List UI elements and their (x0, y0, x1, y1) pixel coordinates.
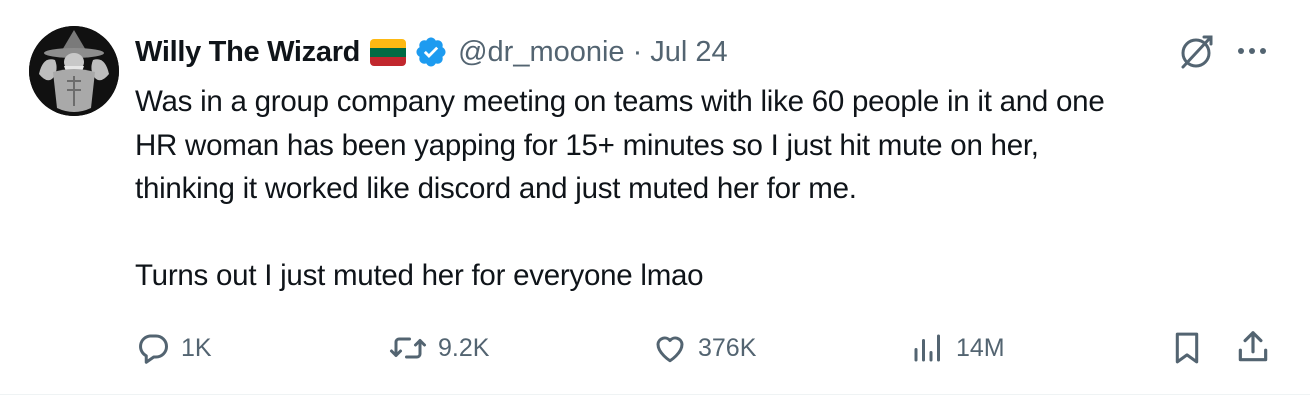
verified-badge-icon[interactable] (414, 35, 448, 69)
author-handle[interactable]: @dr_moonie (458, 36, 624, 69)
views-count: 14M (956, 333, 1005, 362)
retweet-icon (390, 337, 426, 359)
views-button[interactable]: 14M (910, 330, 1005, 366)
tweet-card[interactable]: Willy The Wizard @dr_moonie · Jul 24 Was… (0, 0, 1310, 395)
tweet-date[interactable]: Jul 24 (650, 36, 727, 69)
tweet-text-line: Was in a group company meeting on teams … (135, 85, 1105, 118)
bookmark-icon[interactable] (1170, 330, 1204, 366)
author-name[interactable]: Willy The Wizard (135, 36, 360, 69)
retweet-button[interactable]: 9.2K (388, 330, 489, 366)
share-icon[interactable] (1234, 328, 1272, 366)
avatar[interactable] (29, 26, 119, 116)
grok-icon[interactable] (1176, 32, 1216, 72)
tweet-text-line: Turns out I just muted her for everyone … (135, 259, 704, 293)
reply-icon (139, 334, 168, 364)
like-button[interactable]: 376K (652, 330, 756, 366)
retweet-count: 9.2K (438, 333, 490, 362)
tweet-header: Willy The Wizard @dr_moonie · Jul 24 (135, 30, 728, 74)
tweet-text-line: HR woman has been yapping for 15+ minute… (135, 128, 1039, 162)
tweet-text-line: thinking it worked like discord and just… (135, 172, 857, 206)
separator-dot: · (632, 35, 643, 68)
more-icon[interactable] (1232, 36, 1272, 66)
wizard-avatar-image (29, 26, 119, 116)
like-count: 376K (698, 333, 757, 362)
views-icon (914, 334, 940, 362)
tweet-text: Was in a group company meeting on teams … (135, 80, 1285, 298)
lithuania-flag-icon (370, 38, 407, 66)
reply-button[interactable]: 1K (135, 330, 212, 366)
heart-icon (656, 336, 684, 363)
reply-count: 1K (181, 333, 212, 362)
